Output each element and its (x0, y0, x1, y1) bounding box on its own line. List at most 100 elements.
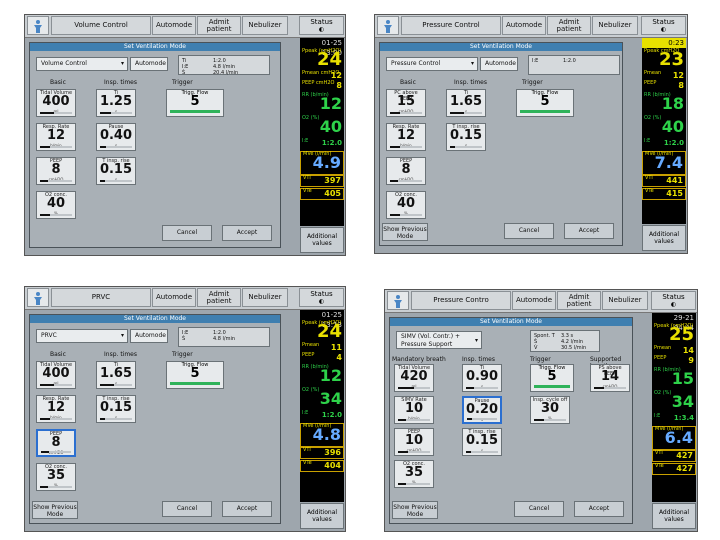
knob-level-bar (398, 419, 430, 421)
nebulizer-button[interactable]: Nebulizer (242, 16, 288, 35)
automode-button[interactable]: Automode (502, 16, 546, 35)
status-button[interactable]: Status ◐ (299, 16, 344, 35)
setting-knob-2[interactable]: PEEP8cmH2O (36, 429, 76, 457)
status-button[interactable]: Status ◐ (641, 16, 686, 35)
setting-knob-5[interactable]: T insp. rise0.15s (446, 123, 486, 151)
setting-knob-3[interactable]: O2 conc.40% (386, 191, 426, 219)
knob-value: 1.65 (449, 94, 483, 109)
setting-knob-0[interactable]: Tidal Volume400ml (36, 361, 76, 389)
setting-knob-1[interactable]: Resp. Rate12b/min (386, 123, 426, 151)
measured-label: I:E (644, 138, 651, 144)
setting-knob-0[interactable]: PC above PEEP15cmH2O (386, 89, 426, 117)
setting-knob-3[interactable]: O2 conc.35% (36, 463, 76, 491)
cancel-button[interactable]: Cancel (162, 225, 212, 241)
knob-value: 35 (404, 465, 424, 480)
mode-button[interactable]: PRVC (51, 288, 151, 307)
admit-patient-button[interactable]: Admit patient (557, 291, 601, 310)
mode-select[interactable]: Pressure Control ▾ (386, 57, 478, 71)
automode-button[interactable]: Automode (152, 288, 196, 307)
mode-button[interactable]: Pressure Contro (411, 291, 511, 310)
status-label: Status (662, 293, 685, 301)
home-logo-button[interactable] (27, 288, 49, 307)
cancel-button[interactable]: Cancel (514, 501, 564, 517)
show-previous-mode-button[interactable]: Show Previous Mode (32, 501, 78, 519)
measured-7: VTi 441 (642, 175, 686, 187)
accept-button[interactable]: Accept (574, 501, 624, 517)
accept-button[interactable]: Accept (222, 225, 272, 241)
setting-knob-6[interactable]: T insp. rise0.15s (96, 157, 136, 185)
trigger-flow-setting[interactable]: Trigg. Flow 5 (166, 89, 224, 117)
nebulizer-button[interactable]: Nebulizer (242, 288, 288, 307)
cancel-button[interactable]: Cancel (162, 501, 212, 517)
measured-0: Ppeak cmH2O 23 (642, 49, 686, 71)
automode-toggle[interactable]: Automode (130, 329, 168, 343)
setting-knob-7[interactable]: Insp. cycle off30% (530, 396, 570, 424)
mode-button[interactable]: Volume Control (51, 16, 151, 35)
automode-button[interactable]: Automode (512, 291, 556, 310)
setting-knob-3[interactable]: O2 conc.35% (394, 460, 434, 488)
info-values: 1:2.0 4.8 l/min 20.4 l/min (213, 58, 238, 76)
home-logo-button[interactable] (27, 16, 49, 35)
setting-knob-8[interactable]: PS above PEEP14cmH2O (590, 364, 630, 392)
mode-button[interactable]: Pressure Control (401, 16, 501, 35)
measured-4: O2 (%) 40 (300, 116, 344, 138)
trigger-flow-setting[interactable]: Trigg. Flow 5 (516, 89, 574, 117)
knob-level-bar (467, 418, 497, 420)
setting-knob-6[interactable]: T insp. rise0.15s (462, 428, 502, 456)
knob-level-bar (40, 384, 72, 386)
admit-patient-button[interactable]: Admit patient (197, 288, 241, 307)
setting-knob-4[interactable]: Ti1.65s (446, 89, 486, 117)
person-icon (34, 20, 42, 33)
accept-button[interactable]: Accept (564, 223, 614, 239)
knob-level-bar (100, 112, 132, 114)
status-button[interactable]: Status ◐ (299, 288, 344, 307)
measured-value: 24 (316, 321, 342, 342)
show-previous-mode-button[interactable]: Show Previous Mode (382, 223, 428, 241)
setting-knob-2[interactable]: PEEP8cmH2O (386, 157, 426, 185)
setting-knob-0[interactable]: Tidal Volume420ml (394, 364, 434, 392)
trigger-flow-setting[interactable]: Trigg. Flow 5 (166, 361, 224, 389)
setting-knob-1[interactable]: Resp. Rate12b/min (36, 123, 76, 151)
mode-select[interactable]: PRVC ▾ (36, 329, 128, 343)
home-logo-button[interactable] (387, 291, 409, 310)
automode-toggle[interactable]: Automode (480, 57, 518, 71)
setting-knob-5[interactable]: Pause0.20s (462, 396, 502, 424)
nebulizer-button[interactable]: Nebulizer (602, 291, 648, 310)
show-previous-mode-button[interactable]: Show Previous Mode (392, 501, 438, 519)
home-logo-button[interactable] (377, 16, 399, 35)
knob-level-bar (100, 146, 132, 148)
additional-values-button[interactable]: Additional values (652, 503, 696, 529)
additional-values-button[interactable]: Additional values (300, 503, 344, 529)
additional-values-button[interactable]: Additional values (642, 225, 686, 251)
trigger-flow-setting[interactable]: Trigg. Flow 5 (530, 364, 574, 392)
trigger-indicator-bar (520, 110, 570, 113)
setting-knob-4[interactable]: Ti1.25s (96, 89, 136, 117)
accept-button[interactable]: Accept (222, 501, 272, 517)
setting-knob-4[interactable]: Ti1.65s (96, 361, 136, 389)
status-button[interactable]: Status ◐ (651, 291, 696, 310)
automode-button[interactable]: Automode (152, 16, 196, 35)
measured-7: VTi 427 (652, 450, 696, 462)
setting-knob-5[interactable]: T insp. rise0.15s (96, 395, 136, 423)
nebulizer-button[interactable]: Nebulizer (592, 16, 638, 35)
knob-level-fill (40, 180, 48, 182)
mode-select[interactable]: SIMV (Vol. Contr.) + Pressure Support ▾ (396, 331, 482, 349)
admit-patient-button[interactable]: Admit patient (547, 16, 591, 35)
cancel-button[interactable]: Cancel (504, 223, 554, 239)
knob-level-fill (40, 418, 50, 420)
setting-knob-1[interactable]: SIMV Rate10b/min (394, 396, 434, 424)
setting-knob-5[interactable]: Pause0.40s (96, 123, 136, 151)
set-ventilation-mode-dialog: Set Ventilation Mode SIMV (Vol. Contr.) +… (389, 317, 633, 524)
admit-patient-button[interactable]: Admit patient (197, 16, 241, 35)
setting-knob-2[interactable]: PEEP8cmH2O (36, 157, 76, 185)
setting-knob-2[interactable]: PEEP10cmH2O (394, 428, 434, 456)
setting-knob-3[interactable]: O2 conc.40% (36, 191, 76, 219)
setting-knob-4[interactable]: Ti0.90s (462, 364, 502, 392)
setting-knob-1[interactable]: Resp. Rate12b/min (36, 395, 76, 423)
mode-select[interactable]: Volume Control ▾ (36, 57, 128, 71)
automode-toggle[interactable]: Automode (130, 57, 168, 71)
clock-display: 29-21 04:44 (673, 314, 694, 332)
setting-knob-0[interactable]: Tidal Volume400ml (36, 89, 76, 117)
additional-values-button[interactable]: Additional values (300, 227, 344, 253)
measured-2: PEEP cmH2O 8 (300, 81, 344, 91)
